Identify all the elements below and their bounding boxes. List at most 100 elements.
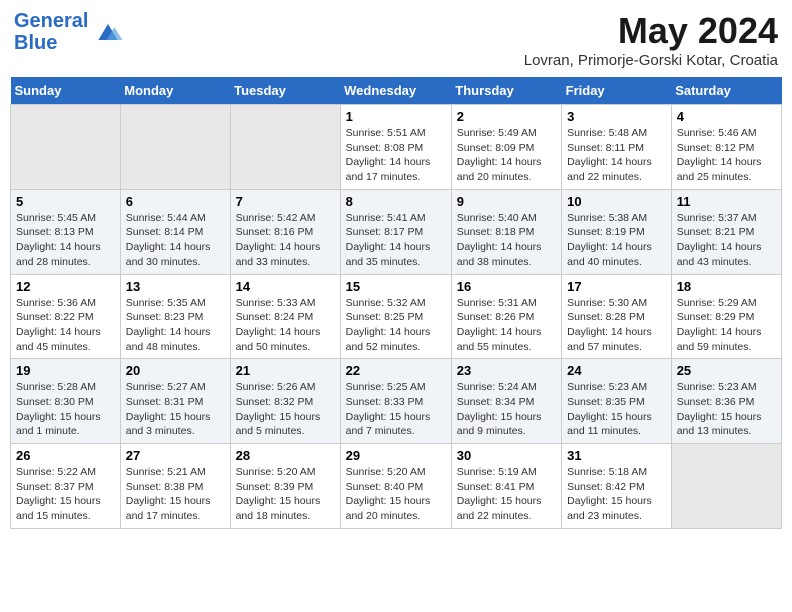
day-info: Sunrise: 5:28 AM Sunset: 8:30 PM Dayligh… <box>16 380 115 439</box>
calendar-cell: 9 Sunrise: 5:40 AM Sunset: 8:18 PM Daylig… <box>451 189 561 274</box>
calendar-cell: 31 Sunrise: 5:18 AM Sunset: 8:42 PM Dayli… <box>562 444 672 529</box>
day-info: Sunrise: 5:42 AM Sunset: 8:16 PM Dayligh… <box>236 211 335 270</box>
day-number: 18 <box>677 279 776 294</box>
subtitle: Lovran, Primorje-Gorski Kotar, Croatia <box>524 52 778 69</box>
calendar-cell <box>230 105 340 190</box>
day-number: 2 <box>457 109 556 124</box>
calendar-cell: 12 Sunrise: 5:36 AM Sunset: 8:22 PM Dayli… <box>11 274 121 359</box>
day-info: Sunrise: 5:31 AM Sunset: 8:26 PM Dayligh… <box>457 296 556 355</box>
calendar-cell: 15 Sunrise: 5:32 AM Sunset: 8:25 PM Dayli… <box>340 274 451 359</box>
calendar-cell: 8Sunrise: 5:41 AM Sunset: 8:17 PM Daylig… <box>340 189 451 274</box>
header-friday: Friday <box>562 77 672 105</box>
week-row-1: 1 Sunrise: 5:51 AM Sunset: 8:08 PM Daylig… <box>11 105 782 190</box>
header-monday: Monday <box>120 77 230 105</box>
logo-text: General Blue <box>14 10 88 54</box>
calendar-cell: 18 Sunrise: 5:29 AM Sunset: 8:29 PM Dayli… <box>671 274 781 359</box>
week-row-3: 12 Sunrise: 5:36 AM Sunset: 8:22 PM Dayli… <box>11 274 782 359</box>
day-number: 12 <box>16 279 115 294</box>
main-title: May 2024 <box>524 10 778 52</box>
day-number: 3 <box>567 109 666 124</box>
day-info: Sunrise: 5:51 AM Sunset: 8:08 PM Dayligh… <box>346 126 446 185</box>
day-number: 7 <box>236 194 335 209</box>
calendar-cell: 24 Sunrise: 5:23 AM Sunset: 8:35 PM Dayli… <box>562 359 672 444</box>
day-info: Sunrise: 5:20 AM Sunset: 8:40 PM Dayligh… <box>346 465 446 524</box>
day-number: 1 <box>346 109 446 124</box>
calendar-cell: 4Sunrise: 5:46 AM Sunset: 8:12 PM Daylig… <box>671 105 781 190</box>
day-number: 22 <box>346 363 446 378</box>
calendar-cell: 27 Sunrise: 5:21 AM Sunset: 8:38 PM Dayli… <box>120 444 230 529</box>
header-sunday: Sunday <box>11 77 121 105</box>
day-number: 23 <box>457 363 556 378</box>
day-info: Sunrise: 5:40 AM Sunset: 8:18 PM Dayligh… <box>457 211 556 270</box>
day-number: 24 <box>567 363 666 378</box>
day-info: Sunrise: 5:26 AM Sunset: 8:32 PM Dayligh… <box>236 380 335 439</box>
day-info: Sunrise: 5:18 AM Sunset: 8:42 PM Dayligh… <box>567 465 666 524</box>
day-number: 21 <box>236 363 335 378</box>
day-number: 4 <box>677 109 776 124</box>
calendar-cell: 30 Sunrise: 5:19 AM Sunset: 8:41 PM Dayli… <box>451 444 561 529</box>
header-thursday: Thursday <box>451 77 561 105</box>
logo: General Blue <box>14 10 124 54</box>
day-number: 10 <box>567 194 666 209</box>
day-number: 14 <box>236 279 335 294</box>
calendar-cell: 29 Sunrise: 5:20 AM Sunset: 8:40 PM Dayli… <box>340 444 451 529</box>
calendar-cell: 23 Sunrise: 5:24 AM Sunset: 8:34 PM Dayli… <box>451 359 561 444</box>
calendar-cell: 13Sunrise: 5:35 AM Sunset: 8:23 PM Dayli… <box>120 274 230 359</box>
day-info: Sunrise: 5:27 AM Sunset: 8:31 PM Dayligh… <box>126 380 225 439</box>
day-info: Sunrise: 5:23 AM Sunset: 8:36 PM Dayligh… <box>677 380 776 439</box>
day-number: 29 <box>346 448 446 463</box>
day-number: 9 <box>457 194 556 209</box>
day-number: 26 <box>16 448 115 463</box>
calendar-cell: 5Sunrise: 5:45 AM Sunset: 8:13 PM Daylig… <box>11 189 121 274</box>
calendar-cell: 22 Sunrise: 5:25 AM Sunset: 8:33 PM Dayli… <box>340 359 451 444</box>
day-info: Sunrise: 5:19 AM Sunset: 8:41 PM Dayligh… <box>457 465 556 524</box>
calendar-table: SundayMondayTuesdayWednesdayThursdayFrid… <box>10 77 782 529</box>
calendar-cell: 7 Sunrise: 5:42 AM Sunset: 8:16 PM Daylig… <box>230 189 340 274</box>
header-wednesday: Wednesday <box>340 77 451 105</box>
calendar-cell: 21 Sunrise: 5:26 AM Sunset: 8:32 PM Dayli… <box>230 359 340 444</box>
day-number: 20 <box>126 363 225 378</box>
calendar-cell: 10 Sunrise: 5:38 AM Sunset: 8:19 PM Dayli… <box>562 189 672 274</box>
day-info: Sunrise: 5:45 AM Sunset: 8:13 PM Dayligh… <box>16 211 115 270</box>
day-info: Sunrise: 5:49 AM Sunset: 8:09 PM Dayligh… <box>457 126 556 185</box>
page-header: General Blue May 2024 Lovran, Primorje-G… <box>10 10 782 69</box>
day-info: Sunrise: 5:29 AM Sunset: 8:29 PM Dayligh… <box>677 296 776 355</box>
logo-icon <box>92 16 124 48</box>
calendar-cell <box>11 105 121 190</box>
calendar-cell: 26Sunrise: 5:22 AM Sunset: 8:37 PM Dayli… <box>11 444 121 529</box>
day-info: Sunrise: 5:37 AM Sunset: 8:21 PM Dayligh… <box>677 211 776 270</box>
week-row-4: 19 Sunrise: 5:28 AM Sunset: 8:30 PM Dayli… <box>11 359 782 444</box>
calendar-cell: 11 Sunrise: 5:37 AM Sunset: 8:21 PM Dayli… <box>671 189 781 274</box>
day-number: 27 <box>126 448 225 463</box>
day-number: 6 <box>126 194 225 209</box>
calendar-cell: 1 Sunrise: 5:51 AM Sunset: 8:08 PM Daylig… <box>340 105 451 190</box>
day-info: Sunrise: 5:25 AM Sunset: 8:33 PM Dayligh… <box>346 380 446 439</box>
day-info: Sunrise: 5:36 AM Sunset: 8:22 PM Dayligh… <box>16 296 115 355</box>
day-info: Sunrise: 5:48 AM Sunset: 8:11 PM Dayligh… <box>567 126 666 185</box>
day-info: Sunrise: 5:44 AM Sunset: 8:14 PM Dayligh… <box>126 211 225 270</box>
calendar-cell: 25 Sunrise: 5:23 AM Sunset: 8:36 PM Dayli… <box>671 359 781 444</box>
day-number: 25 <box>677 363 776 378</box>
day-info: Sunrise: 5:30 AM Sunset: 8:28 PM Dayligh… <box>567 296 666 355</box>
title-block: May 2024 Lovran, Primorje-Gorski Kotar, … <box>524 10 778 69</box>
header-tuesday: Tuesday <box>230 77 340 105</box>
day-info: Sunrise: 5:24 AM Sunset: 8:34 PM Dayligh… <box>457 380 556 439</box>
day-info: Sunrise: 5:32 AM Sunset: 8:25 PM Dayligh… <box>346 296 446 355</box>
day-number: 11 <box>677 194 776 209</box>
day-info: Sunrise: 5:23 AM Sunset: 8:35 PM Dayligh… <box>567 380 666 439</box>
calendar-cell: 14Sunrise: 5:33 AM Sunset: 8:24 PM Dayli… <box>230 274 340 359</box>
day-info: Sunrise: 5:21 AM Sunset: 8:38 PM Dayligh… <box>126 465 225 524</box>
day-number: 15 <box>346 279 446 294</box>
calendar-cell: 17 Sunrise: 5:30 AM Sunset: 8:28 PM Dayli… <box>562 274 672 359</box>
day-number: 31 <box>567 448 666 463</box>
day-number: 17 <box>567 279 666 294</box>
day-number: 30 <box>457 448 556 463</box>
calendar-cell <box>120 105 230 190</box>
header-row: SundayMondayTuesdayWednesdayThursdayFrid… <box>11 77 782 105</box>
calendar-cell: 19 Sunrise: 5:28 AM Sunset: 8:30 PM Dayli… <box>11 359 121 444</box>
day-info: Sunrise: 5:20 AM Sunset: 8:39 PM Dayligh… <box>236 465 335 524</box>
header-saturday: Saturday <box>671 77 781 105</box>
calendar-cell: 6 Sunrise: 5:44 AM Sunset: 8:14 PM Daylig… <box>120 189 230 274</box>
day-info: Sunrise: 5:38 AM Sunset: 8:19 PM Dayligh… <box>567 211 666 270</box>
day-number: 19 <box>16 363 115 378</box>
